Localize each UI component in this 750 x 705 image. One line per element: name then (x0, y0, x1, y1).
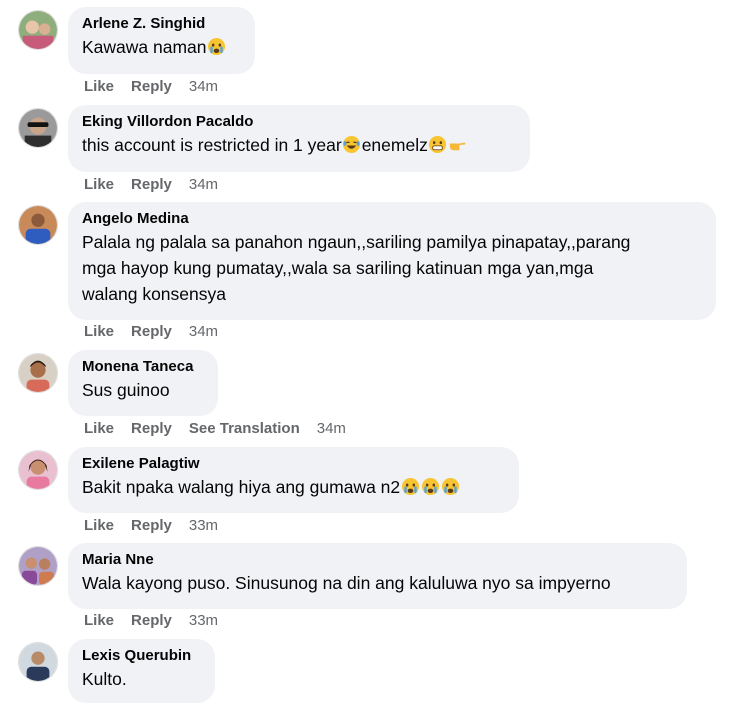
see-translation-button[interactable]: See Translation (189, 420, 300, 437)
comment-author[interactable]: Lexis Querubin (82, 646, 201, 666)
comment-actions: Like Reply 34m (84, 78, 218, 96)
comment-author[interactable]: Arlene Z. Singhid (82, 14, 241, 34)
pointing-hand-icon (450, 142, 466, 151)
like-button[interactable]: Like (84, 323, 114, 340)
comment-actions: Like Reply 33m (84, 517, 218, 535)
reply-button[interactable]: Reply (131, 420, 172, 437)
comment-actions: Like Reply 34m (84, 176, 218, 194)
comment-author[interactable]: Monena Taneca (82, 357, 204, 377)
avatar[interactable] (18, 205, 58, 245)
comment-thread: Arlene Z. Singhid Kawawa naman Like Reply… (0, 0, 750, 705)
crying-face-icon (441, 477, 459, 496)
grimacing-face-icon (429, 135, 447, 154)
comment-author[interactable]: Angelo Medina (82, 209, 702, 229)
reply-button[interactable]: Reply (131, 517, 172, 534)
avatar[interactable] (18, 353, 58, 393)
comment-bubble: Monena Taneca Sus guinoo (68, 350, 218, 416)
reply-button[interactable]: Reply (131, 176, 172, 193)
laughing-crying-face-icon (343, 135, 361, 154)
comment-bubble: Lexis Querubin Kulto. (68, 639, 215, 703)
comment-actions: Like Reply 34m (84, 323, 218, 341)
avatar[interactable] (18, 546, 58, 586)
comment-actions: Like Reply See Translation 34m (84, 420, 346, 438)
like-button[interactable]: Like (84, 612, 114, 629)
reply-button[interactable]: Reply (131, 323, 172, 340)
like-button[interactable]: Like (84, 517, 114, 534)
timestamp[interactable]: 33m (189, 612, 218, 629)
timestamp[interactable]: 33m (189, 517, 218, 534)
like-button[interactable]: Like (84, 78, 114, 95)
like-button[interactable]: Like (84, 420, 114, 437)
like-button[interactable]: Like (84, 176, 114, 193)
crying-face-icon (401, 477, 419, 496)
comment-bubble: Exilene Palagtiw Bakit npaka walang hiya… (68, 447, 519, 513)
timestamp[interactable]: 34m (189, 176, 218, 193)
comment-text-line: walang konsensya (82, 284, 226, 304)
comment-text: Wala kayong puso. Sinusunog na din ang k… (82, 573, 611, 593)
comment-text: Bakit npaka walang hiya ang gumawa n2 (82, 474, 505, 500)
comment-text-line: Palala ng palala sa panahon ngaun,,saril… (82, 232, 631, 252)
avatar[interactable] (18, 108, 58, 148)
crying-face-icon (421, 477, 439, 496)
reply-button[interactable]: Reply (131, 78, 172, 95)
comment-author[interactable]: Exilene Palagtiw (82, 454, 505, 474)
comment-actions: Like Reply 33m (84, 612, 218, 630)
avatar[interactable] (18, 642, 58, 682)
comment-text: Kawawa naman (82, 34, 241, 60)
reply-button[interactable]: Reply (131, 612, 172, 629)
avatar[interactable] (18, 450, 58, 490)
timestamp[interactable]: 34m (189, 78, 218, 95)
comment-bubble: Angelo Medina Palala ng palala sa panaho… (68, 202, 716, 320)
comment-text-line: mga hayop kung pumatay,,wala sa sariling… (82, 258, 594, 278)
comment-bubble: Arlene Z. Singhid Kawawa naman (68, 7, 255, 74)
comment-author[interactable]: Maria Nne (82, 550, 673, 570)
avatar[interactable] (18, 10, 58, 50)
comment-text: Kulto. (82, 669, 127, 689)
comment-text: this account is restricted in 1 year enem… (82, 132, 516, 158)
comment-author[interactable]: Eking Villordon Pacaldo (82, 112, 516, 132)
crying-face-icon (207, 37, 226, 56)
timestamp[interactable]: 34m (317, 420, 346, 437)
comment-bubble: Eking Villordon Pacaldo this account is … (68, 105, 530, 172)
comment-text: Sus guinoo (82, 380, 170, 400)
comment-bubble: Maria Nne Wala kayong puso. Sinusunog na… (68, 543, 687, 609)
timestamp[interactable]: 34m (189, 323, 218, 340)
